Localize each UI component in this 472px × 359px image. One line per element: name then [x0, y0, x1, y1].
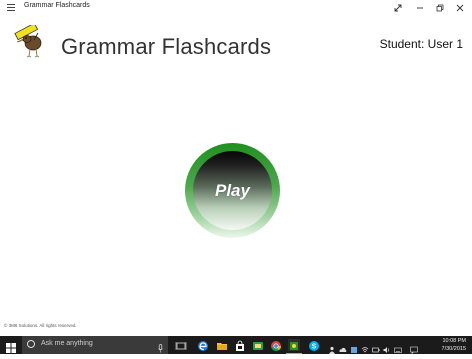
clock-time: 10:08 PM	[442, 338, 466, 344]
taskbar-clock[interactable]: 10:08 PM 7/30/2015	[426, 337, 466, 353]
clock-date: 7/30/2015	[441, 346, 466, 352]
message-icon[interactable]	[410, 341, 418, 355]
cortana-icon	[27, 340, 35, 348]
close-icon[interactable]	[450, 0, 470, 16]
microphone-icon[interactable]	[158, 340, 163, 353]
copyright-text: © 3M6 Solutions. All rights reserved.	[4, 323, 77, 328]
store-icon[interactable]	[234, 339, 246, 351]
battery-icon[interactable]	[372, 341, 380, 353]
window-title: Grammar Flashcards	[24, 2, 90, 9]
network-icon[interactable]	[361, 341, 369, 353]
skype-icon[interactable]: S	[308, 339, 320, 351]
minimize-icon[interactable]	[410, 0, 430, 16]
student-indicator: Student: User 1	[380, 37, 463, 51]
kiwi-bird-mascot-icon	[12, 22, 48, 59]
people-icon[interactable]	[328, 341, 336, 354]
play-button[interactable]: Play	[185, 143, 280, 238]
student-label: Student:	[379, 37, 425, 51]
play-label: Play	[215, 180, 250, 200]
hamburger-icon[interactable]	[7, 4, 15, 11]
taskbar-search-box[interactable]: Ask me anything	[22, 336, 168, 354]
onedrive-icon[interactable]	[350, 341, 358, 353]
windows-start-icon[interactable]	[6, 340, 16, 353]
cloud-icon[interactable]	[339, 341, 347, 352]
title-bar: Grammar Flashcards	[0, 0, 472, 16]
volume-icon[interactable]	[383, 341, 391, 353]
chrome-icon[interactable]	[270, 339, 282, 351]
student-name: User 1	[427, 37, 463, 51]
task-view-icon[interactable]	[175, 339, 187, 351]
app-icon[interactable]	[252, 339, 264, 351]
resize-icon[interactable]	[388, 0, 408, 16]
svg-text:S: S	[312, 344, 317, 351]
edge-icon[interactable]	[197, 339, 209, 351]
file-explorer-icon[interactable]	[216, 339, 228, 351]
keyboard-icon[interactable]	[394, 341, 402, 353]
taskbar: Ask me anything S 10:08 PM 7/30/2015	[0, 336, 472, 355]
app-title: Grammar Flashcards	[61, 34, 272, 59]
maximize-icon[interactable]	[430, 0, 450, 16]
search-placeholder: Ask me anything	[41, 340, 93, 347]
grammar-flashcards-icon[interactable]	[288, 339, 300, 351]
